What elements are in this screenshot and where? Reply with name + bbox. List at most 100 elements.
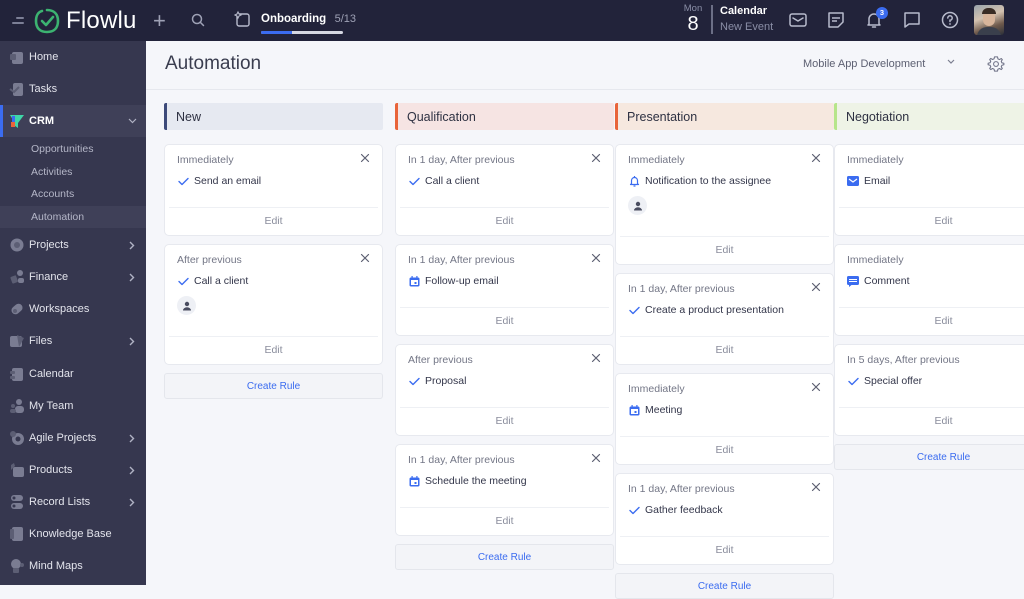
check-icon <box>628 306 640 314</box>
onboarding-progress[interactable]: Onboarding 5/13 <box>261 9 356 34</box>
rule-card: In 1 day, After previous Schedule the mee… <box>395 444 614 536</box>
rule-timing: After previous <box>177 254 242 266</box>
close-icon[interactable] <box>811 282 821 292</box>
chevron-right-icon[interactable] <box>128 337 136 346</box>
close-icon[interactable] <box>591 453 601 463</box>
rule-action: Gather feedback <box>628 504 821 516</box>
onboarding-title: Onboarding <box>261 13 327 25</box>
gear-icon[interactable] <box>987 55 1005 73</box>
onboarding-progress-bar <box>261 31 343 34</box>
sidebar-subitem-accounts[interactable]: Accounts <box>0 183 146 205</box>
day-number: 8 <box>687 13 699 35</box>
sidebar-subitem-activities[interactable]: Activities <box>0 161 146 183</box>
close-icon[interactable] <box>591 153 601 163</box>
edit-rule-button[interactable]: Edit <box>839 207 1024 235</box>
sidebar-item-label: Calendar <box>29 368 74 380</box>
chevron-down-icon[interactable] <box>128 117 137 125</box>
sidebar-item-home[interactable]: Home <box>0 41 146 73</box>
sidebar-item-crm[interactable]: CRM <box>0 105 146 137</box>
edit-rule-button[interactable]: Edit <box>400 407 609 435</box>
create-rule-button[interactable]: Create Rule <box>395 544 614 570</box>
calendar-title: Calendar <box>720 5 768 17</box>
sidebar-subitem-opportunities[interactable]: Opportunities <box>0 138 146 160</box>
close-icon[interactable] <box>811 382 821 392</box>
rule-action-label: Create a product presentation <box>645 304 784 316</box>
sidebar-item-finance[interactable]: Finance <box>0 261 146 293</box>
menu-toggle-icon[interactable] <box>12 17 24 25</box>
sidebar-item-calendar[interactable]: Calendar <box>0 358 146 390</box>
calendar-icon <box>409 275 419 286</box>
sidebar-item-products[interactable]: Products <box>0 454 146 486</box>
mail-icon[interactable] <box>788 10 808 30</box>
chevron-down-icon[interactable] <box>946 56 956 66</box>
rule-action: Call a client <box>408 175 601 187</box>
close-icon[interactable] <box>591 353 601 363</box>
rule-timing: Immediately <box>847 254 904 266</box>
edit-rule-button[interactable]: Edit <box>400 207 609 235</box>
sidebar-item-knowledge-base[interactable]: Knowledge Base <box>0 518 146 550</box>
logo[interactable]: Flowlu <box>34 7 137 35</box>
sidebar-item-my-team[interactable]: My Team <box>0 390 146 422</box>
chevron-right-icon[interactable] <box>128 241 136 250</box>
sidebar-subitem-label: Activities <box>31 166 73 178</box>
search-icon[interactable] <box>191 13 205 27</box>
sidebar-item-record-lists[interactable]: Record Lists <box>0 486 146 518</box>
assignee-avatar[interactable] <box>177 296 196 315</box>
date-widget[interactable]: Mon 8 <box>682 3 704 34</box>
onboarding-icon[interactable] <box>234 10 252 28</box>
rule-card: Immediately Send an email Edit <box>164 144 383 236</box>
edit-rule-button[interactable]: Edit <box>169 207 378 235</box>
new-event-link[interactable]: New Event <box>720 21 773 33</box>
help-icon[interactable] <box>940 10 960 30</box>
chevron-right-icon[interactable] <box>128 498 136 507</box>
rule-action: Follow-up email <box>408 275 601 287</box>
close-icon[interactable] <box>360 153 370 163</box>
create-rule-button[interactable]: Create Rule <box>164 373 383 399</box>
sidebar-item-files[interactable]: Files <box>0 325 146 357</box>
check-icon <box>408 177 420 185</box>
divider <box>711 5 713 34</box>
edit-rule-button[interactable]: Edit <box>620 436 829 464</box>
close-icon[interactable] <box>591 253 601 263</box>
user-avatar[interactable] <box>974 5 1004 35</box>
edit-rule-button[interactable]: Edit <box>400 507 609 535</box>
add-icon[interactable]: + <box>153 8 166 34</box>
sidebar-item-agile-projects[interactable]: Agile Projects <box>0 422 146 454</box>
edit-rule-button[interactable]: Edit <box>839 407 1024 435</box>
edit-rule-button[interactable]: Edit <box>400 307 609 335</box>
sidebar-item-mind-maps[interactable]: Mind Maps <box>0 550 146 582</box>
edit-rule-button[interactable]: Edit <box>620 536 829 564</box>
close-icon[interactable] <box>811 153 821 163</box>
calendar-widget[interactable]: Calendar New Event <box>720 5 773 33</box>
rule-timing: Immediately <box>847 154 904 166</box>
close-icon[interactable] <box>811 482 821 492</box>
create-rule-button[interactable]: Create Rule <box>615 573 834 599</box>
edit-rule-button[interactable]: Edit <box>839 307 1024 335</box>
rule-action-label: Schedule the meeting <box>425 475 527 487</box>
onboarding-progress-fill <box>261 31 293 34</box>
rule-timing: In 1 day, After previous <box>408 154 515 166</box>
close-icon[interactable] <box>360 253 370 263</box>
check-icon <box>177 277 189 285</box>
edit-rule-button[interactable]: Edit <box>169 336 378 364</box>
header-divider <box>146 89 1024 90</box>
chevron-right-icon[interactable] <box>128 466 136 475</box>
sidebar-subitem-automation[interactable]: Automation <box>0 206 146 228</box>
create-rule-button[interactable]: Create Rule <box>834 444 1024 470</box>
assignee-avatar[interactable] <box>628 196 647 215</box>
sidebar-item-workspaces[interactable]: Workspaces <box>0 293 146 325</box>
edit-rule-button[interactable]: Edit <box>620 236 829 264</box>
projects-icon <box>10 238 24 252</box>
stage-header: Negotiation <box>834 103 1024 130</box>
sidebar-item-tasks[interactable]: Tasks <box>0 73 146 105</box>
notes-icon[interactable] <box>826 10 846 30</box>
chevron-right-icon[interactable] <box>128 273 136 282</box>
rule-card: Immediately Comment Edit <box>834 244 1024 336</box>
sidebar-item-projects[interactable]: Projects <box>0 229 146 261</box>
edit-rule-button[interactable]: Edit <box>620 336 829 364</box>
chat-icon[interactable] <box>902 10 922 30</box>
rule-timing: In 1 day, After previous <box>628 483 735 495</box>
chevron-right-icon[interactable] <box>128 434 136 443</box>
project-select[interactable]: Mobile App Development <box>803 58 925 70</box>
rule-timing: After previous <box>408 354 473 366</box>
